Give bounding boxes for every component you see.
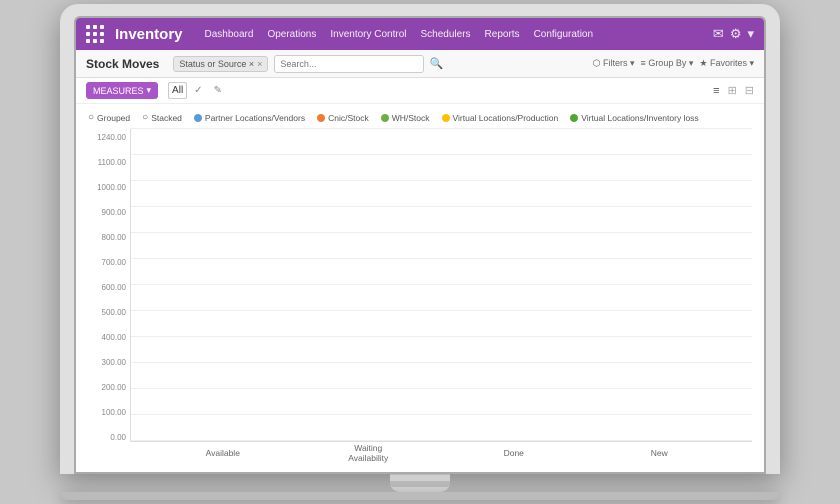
legend-cnic-stock: Cnic/Stock bbox=[317, 113, 369, 123]
y-label-12: 0.00 bbox=[88, 433, 130, 442]
y-label-2: 1000.00 bbox=[88, 183, 130, 192]
settings-icon[interactable]: ⚙ bbox=[730, 26, 742, 42]
nav-item-configuration[interactable]: Configuration bbox=[528, 25, 599, 44]
app-title: Inventory bbox=[115, 26, 183, 43]
nav-item-inventory-control[interactable]: Inventory Control bbox=[324, 25, 412, 44]
y-label-1: 1100.00 bbox=[88, 158, 130, 167]
laptop-notch bbox=[390, 481, 450, 487]
y-label-3: 900.00 bbox=[88, 208, 130, 217]
x-labels: Available Waiting Availability Done New bbox=[130, 442, 752, 464]
chevron-down-icon: ▾ bbox=[147, 85, 152, 96]
filters-control[interactable]: ⬡ Filters ▾ bbox=[593, 58, 635, 69]
nav-menu: Dashboard Operations Inventory Control S… bbox=[199, 25, 707, 44]
view-check-icon[interactable]: ✓ bbox=[190, 82, 206, 99]
y-label-7: 500.00 bbox=[88, 308, 130, 317]
bars-container bbox=[131, 129, 752, 441]
x-axis-label: New bbox=[629, 448, 689, 458]
nav-item-operations[interactable]: Operations bbox=[261, 25, 322, 44]
laptop-wrapper: Inventory Dashboard Operations Inventory… bbox=[60, 4, 780, 500]
view-all-btn[interactable]: All bbox=[168, 82, 187, 99]
chart-plot: Available Waiting Availability Done New bbox=[130, 129, 752, 464]
page-title: Stock Moves bbox=[86, 57, 159, 71]
favorites-control[interactable]: ★ Favorites ▾ bbox=[699, 58, 754, 69]
legend-virtual-inventory-loss: Virtual Locations/Inventory loss bbox=[570, 113, 699, 123]
card-view-btn[interactable]: ⊞ bbox=[728, 84, 737, 97]
list-view-btn[interactable]: ≡ bbox=[713, 85, 719, 97]
filter-badge[interactable]: Status or Source × × bbox=[173, 56, 268, 72]
grid-and-bars bbox=[130, 129, 752, 442]
groupby-control[interactable]: ≡ Group By ▾ bbox=[641, 58, 694, 69]
nav-item-reports[interactable]: Reports bbox=[479, 25, 526, 44]
navbar: Inventory Dashboard Operations Inventory… bbox=[76, 18, 764, 50]
legend-wh-stock: WH/Stock bbox=[381, 113, 430, 123]
laptop-screen-frame: Inventory Dashboard Operations Inventory… bbox=[60, 4, 780, 474]
close-filter-icon[interactable]: × bbox=[257, 59, 262, 69]
sub-toolbar: MEASURES ▾ All ✓ ✎ ≡ ⊞ ⊟ bbox=[76, 78, 764, 104]
y-label-0: 1240.00 bbox=[88, 133, 130, 142]
filter-badge-text: Status or Source × bbox=[179, 59, 254, 69]
y-label-11: 100.00 bbox=[88, 408, 130, 417]
measures-button[interactable]: MEASURES ▾ bbox=[86, 82, 158, 99]
y-label-4: 800.00 bbox=[88, 233, 130, 242]
y-label-10: 200.00 bbox=[88, 383, 130, 392]
envelope-icon[interactable]: ✉ bbox=[713, 26, 724, 42]
user-icon[interactable]: ▾ bbox=[747, 26, 754, 42]
legend-grouped: ○ Grouped bbox=[88, 112, 130, 123]
legend-stacked: ○ Stacked bbox=[142, 112, 182, 123]
legend-virtual-production: Virtual Locations/Production bbox=[442, 113, 559, 123]
search-icon[interactable]: 🔍 bbox=[430, 57, 444, 70]
x-axis-label: Available bbox=[193, 448, 253, 458]
apps-grid-icon[interactable] bbox=[86, 25, 105, 44]
y-label-9: 300.00 bbox=[88, 358, 130, 367]
y-label-6: 600.00 bbox=[88, 283, 130, 292]
toolbar: Stock Moves Status or Source × × 🔍 ⬡ Fil… bbox=[76, 50, 764, 78]
search-input[interactable] bbox=[274, 55, 423, 73]
laptop-base bbox=[390, 474, 450, 492]
nav-item-schedulers[interactable]: Schedulers bbox=[415, 25, 477, 44]
nav-item-dashboard[interactable]: Dashboard bbox=[199, 25, 260, 44]
screen: Inventory Dashboard Operations Inventory… bbox=[74, 16, 766, 474]
right-controls: ≡ ⊞ ⊟ bbox=[713, 84, 754, 97]
x-axis-label: Waiting Availability bbox=[338, 443, 398, 463]
x-axis-label: Done bbox=[484, 448, 544, 458]
nav-icons: ✉ ⚙ ▾ bbox=[713, 26, 754, 42]
view-edit-icon[interactable]: ✎ bbox=[210, 82, 226, 99]
laptop-foot bbox=[60, 492, 780, 500]
legend-partner-vendors: Partner Locations/Vendors bbox=[194, 113, 305, 123]
view-buttons: All ✓ ✎ bbox=[168, 82, 226, 99]
chart-legend: ○ Grouped ○ Stacked Partner Locations/Ve… bbox=[88, 112, 752, 123]
y-axis: 1240.00 1100.00 1000.00 900.00 800.00 70… bbox=[88, 129, 130, 464]
chart-area: ○ Grouped ○ Stacked Partner Locations/Ve… bbox=[76, 104, 764, 472]
chart-container: 1240.00 1100.00 1000.00 900.00 800.00 70… bbox=[88, 129, 752, 464]
pivot-view-btn[interactable]: ⊟ bbox=[745, 84, 754, 97]
y-label-5: 700.00 bbox=[88, 258, 130, 267]
y-label-8: 400.00 bbox=[88, 333, 130, 342]
